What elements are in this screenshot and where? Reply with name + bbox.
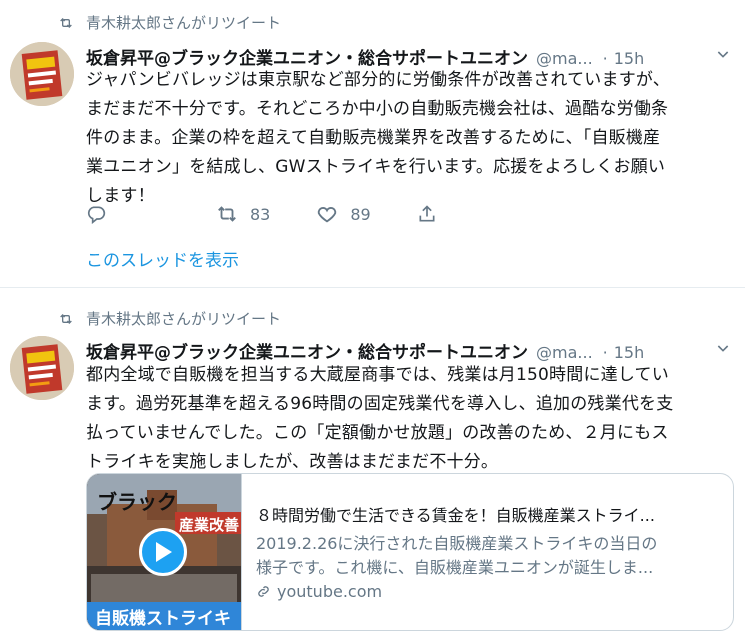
timestamp[interactable]: 15h [614, 343, 645, 362]
retweeted-by-label: 青木耕太郎さんがリツイート [86, 14, 282, 32]
link-card[interactable]: ブラック 産業改善 自販機ストライキ ８時間労働で生活できる賃金を！自販機産業ス… [86, 473, 734, 631]
heart-icon [318, 207, 337, 223]
card-description: 2019.2.26に決行された自販機産業ストライキの当日の 様子です。これ機に、… [256, 532, 719, 580]
text-line: 件のまま。企業の枠を超えて自動販売機業界を改善するために、「自販機産 [86, 128, 661, 148]
display-name[interactable]: 坂倉昇平@ブラック企業ユニオン・総合サポートユニオン [86, 338, 528, 363]
thumbnail-text-red: 産業改善 [179, 516, 240, 534]
retweet-icon [60, 313, 72, 324]
retweet-icon [60, 17, 72, 28]
card-domain: youtube.com [256, 582, 719, 601]
tweet-text: ジャパンビバレッジは東京駅など部分的に労働条件が改善されていますが、 まだまだ不… [86, 66, 738, 211]
card-body: ８時間労働で生活できる賃金を！自販機産業ストライ... 2019.2.26に決行… [242, 474, 733, 630]
text-line: まだまだ不十分です。それどころか中小の自動販売機会社は、過酷な労働条 [86, 99, 669, 119]
play-button[interactable] [139, 528, 187, 576]
retweet-count: 83 [250, 204, 271, 224]
text-line: ジャパンビバレッジは東京駅など部分的に労働条件が改善されていますが、 [86, 70, 670, 90]
video-thumbnail[interactable]: ブラック 産業改善 自販機ストライキ [87, 474, 242, 630]
text-line: 払っていませんでした。この「定額働かせ放題」の改善のため、２月にもス [86, 423, 669, 443]
book-cover-image [10, 336, 74, 400]
retweet-context: 青木耕太郎さんがリツイート [58, 308, 281, 329]
reply-button[interactable] [86, 204, 118, 224]
play-icon [156, 542, 172, 562]
card-description-line: 2019.2.26に決行された自販機産業ストライキの当日の [256, 534, 658, 553]
card-title: ８時間労働で生活できる賃金を！自販機産業ストライ... [256, 506, 655, 525]
thumbnail-text-top: ブラック [97, 490, 177, 514]
share-button[interactable] [417, 204, 449, 224]
text-line: ます。過労死基準を超える96時間の固定残業代を導入し、追加の残業代を支 [86, 394, 674, 414]
avatar[interactable] [10, 336, 74, 400]
avatar[interactable] [10, 42, 74, 106]
tweet-actions: 83 89 [86, 203, 495, 225]
chevron-down-icon[interactable] [715, 46, 731, 62]
card-description-line: 様子です。これ機に、自販機産業ユニオンが誕生しま... [256, 558, 654, 577]
card-domain-text: youtube.com [277, 582, 383, 601]
retweet-button[interactable]: 83 [216, 203, 270, 225]
user-handle[interactable]: @ma... [536, 343, 593, 362]
show-thread-link[interactable]: このスレッドを表示 [86, 246, 239, 271]
reply-icon [87, 206, 106, 224]
text-line: 業ユニオン」を結成し、GWストライキを行います。応援をよろしくお願い [86, 157, 666, 177]
like-button[interactable]: 89 [316, 203, 371, 225]
separator-dot: · [602, 343, 608, 362]
tweet-text: 都内全域で自販機を担当する大蔵屋商事では、残業は月150時間に達してい ます。過… [86, 361, 738, 477]
share-icon [419, 205, 435, 222]
chevron-down-icon[interactable] [715, 340, 731, 356]
book-cover-image [10, 42, 74, 106]
thumbnail-banner-text: 自販機ストライキ [95, 609, 231, 629]
text-line: 都内全域で自販機を担当する大蔵屋商事では、残業は月150時間に達してい [86, 365, 669, 385]
tweet[interactable]: 青木耕太郎さんがリツイート 坂倉昇平@ブラック企業ユニオン・総合サポートユニオン… [0, 0, 745, 288]
retweet-context: 青木耕太郎さんがリツイート [58, 12, 281, 33]
retweeted-by-label: 青木耕太郎さんがリツイート [86, 310, 282, 328]
link-icon [258, 586, 269, 597]
like-count: 89 [350, 204, 371, 224]
retweet-icon [218, 206, 236, 222]
tweet-header: 坂倉昇平@ブラック企業ユニオン・総合サポートユニオン @ma... · 15h [86, 338, 735, 363]
